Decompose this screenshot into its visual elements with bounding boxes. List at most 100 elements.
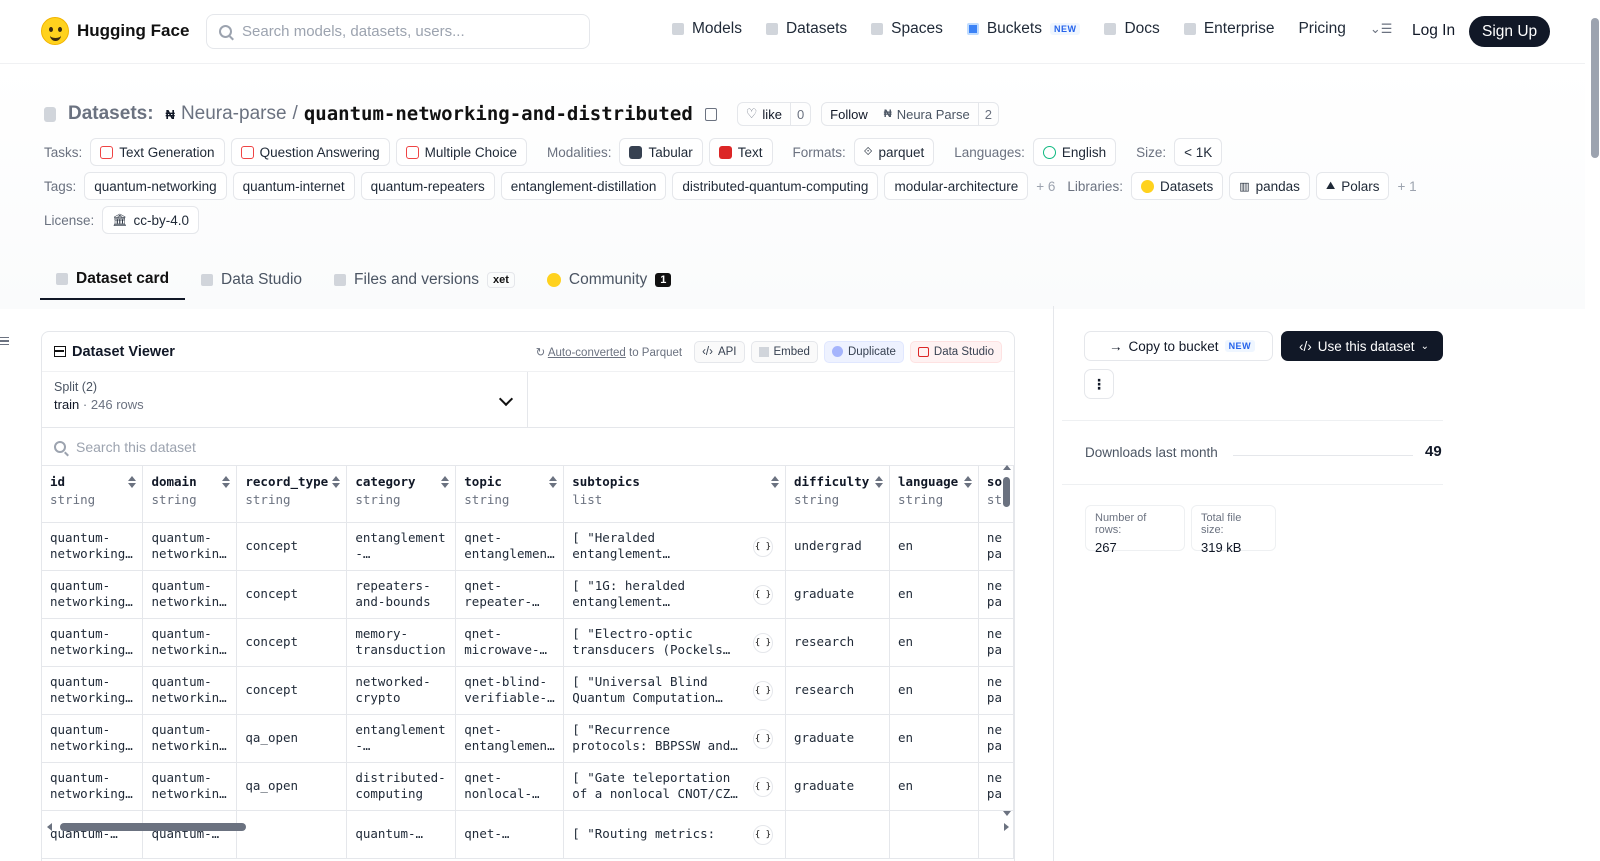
cell-text: en [897, 778, 914, 793]
column-header[interactable]: subtopics list [563, 466, 786, 523]
task-chip[interactable]: Text Generation [90, 138, 225, 166]
cell-text: networked-crypto [355, 674, 431, 705]
modality-chip[interactable]: Tabular [619, 138, 703, 166]
column-header[interactable]: id string [42, 466, 144, 523]
owner-link[interactable]: Neura-parse [181, 103, 287, 125]
cell-text: quantum-networking-… [50, 722, 133, 753]
tab-files-and-versions[interactable]: Files and versions xet [318, 260, 531, 300]
table-row[interactable]: quantum-networking-… quantum-networkin… co… [42, 618, 1014, 667]
follow-button[interactable]: Follow ₦ Neura Parse 2 [821, 102, 999, 126]
copy-to-bucket-button[interactable]: → Copy to bucket NEW [1084, 331, 1273, 361]
table-vertical-scroll-thumb[interactable] [1003, 477, 1010, 507]
sort-icon[interactable] [128, 476, 137, 488]
json-expand-icon[interactable]: { } [752, 632, 773, 653]
table-cell: en [889, 714, 979, 763]
table-row[interactable]: quantum-networking-… quantum-networkin… qa… [42, 762, 1014, 811]
nav-docs[interactable]: Docs [1104, 20, 1160, 38]
json-expand-icon[interactable]: { } [752, 680, 773, 701]
use-this-dataset-button[interactable]: ‹/› Use this dataset ⌄ [1281, 331, 1443, 361]
scroll-up-arrow-icon[interactable] [1003, 465, 1011, 470]
more-options-button[interactable]: ⋮ [1084, 369, 1114, 399]
viewer-actions: ↻ Auto-converted to Parquet ‹/› API Embed… [536, 340, 1002, 363]
language-chip[interactable]: English [1032, 138, 1117, 166]
sort-icon[interactable] [963, 476, 972, 488]
column-header[interactable]: record_type string [236, 466, 348, 523]
modality-chip[interactable]: Text [708, 138, 773, 166]
sort-icon[interactable] [874, 476, 883, 488]
nav-more-menu[interactable]: ⌄☰ [1370, 21, 1393, 37]
tag-chip[interactable]: modular-architecture [884, 172, 1029, 200]
table-cell: undergrad [785, 522, 890, 571]
brand-logo[interactable]: Hugging Face [41, 17, 189, 45]
login-link[interactable]: Log In [1412, 22, 1455, 40]
column-header[interactable]: category string [346, 466, 457, 523]
table-row[interactable]: quantum-networking-… quantum-networkin… qa… [42, 714, 1014, 763]
like-button[interactable]: ♡ like 0 [736, 102, 812, 126]
scroll-left-arrow-icon[interactable] [47, 823, 52, 831]
column-header[interactable]: domain string [142, 466, 238, 523]
embed-button[interactable]: Embed [750, 340, 818, 363]
toc-toggle-icon[interactable] [0, 337, 9, 345]
nav-enterprise[interactable]: Enterprise [1183, 20, 1274, 38]
task-chip[interactable]: Multiple Choice [395, 138, 527, 166]
tag-chip[interactable]: entanglement-distillation [500, 172, 667, 200]
nav-models[interactable]: Models [672, 20, 742, 38]
format-chip[interactable]: ⟐ parquet [853, 138, 935, 166]
auto-converted-link[interactable]: Auto-converted [548, 347, 626, 359]
table-horizontal-scroll-thumb[interactable] [60, 823, 246, 831]
page-scroll-thumb[interactable] [1591, 18, 1599, 158]
tag-chip[interactable]: distributed-quantum-computing [672, 172, 879, 200]
dataset-search-input[interactable]: Search this dataset [42, 428, 1014, 466]
tags-more-link[interactable]: + 6 [1036, 179, 1055, 194]
table-row[interactable]: quantum-networking-… quantum-networkin… co… [42, 570, 1014, 619]
sort-icon[interactable] [332, 476, 341, 488]
task-chip[interactable]: Question Answering [230, 138, 390, 166]
files-icon [334, 274, 347, 286]
libraries-more-link[interactable]: + 1 [1397, 179, 1416, 194]
library-chip[interactable]: ▥ pandas [1229, 172, 1310, 200]
column-header[interactable]: language string [889, 466, 979, 523]
nav-pricing[interactable]: Pricing [1298, 20, 1345, 38]
modality-label: Tabular [648, 144, 693, 160]
scroll-right-arrow-icon[interactable] [1004, 823, 1009, 831]
table-row[interactable]: quantum-… quantum-… quantum-… qnet-…[ "Rout… [42, 810, 1014, 859]
copy-icon[interactable] [704, 107, 717, 121]
tab-community[interactable]: Community 1 [531, 260, 688, 300]
json-expand-icon[interactable]: { } [752, 776, 773, 797]
json-expand-icon[interactable]: { } [752, 536, 773, 557]
data-studio-button[interactable]: Data Studio [909, 340, 1002, 363]
tag-chip[interactable]: quantum-networking [84, 172, 227, 200]
tab-data-studio[interactable]: Data Studio [185, 260, 318, 300]
nav-buckets[interactable]: Buckets NEW [966, 20, 1081, 38]
sort-icon[interactable] [441, 476, 450, 488]
license-chip[interactable]: 🏛 cc-by-4.0 [102, 206, 200, 234]
column-header[interactable]: difficulty string [785, 466, 890, 523]
repo-name[interactable]: quantum-networking-and-distributed [304, 103, 693, 125]
api-button[interactable]: ‹/› API [694, 340, 745, 363]
library-chip[interactable]: ⛰ Polars [1315, 172, 1390, 200]
nav-datasets[interactable]: Datasets [765, 20, 847, 38]
scroll-down-arrow-icon[interactable] [1003, 811, 1011, 816]
table-vertical-scrollbar[interactable] [1001, 463, 1011, 818]
json-expand-icon[interactable]: { } [752, 728, 773, 749]
global-search-input[interactable]: Search models, datasets, users... [206, 14, 590, 49]
library-chip[interactable]: Datasets [1130, 172, 1224, 200]
split-selector[interactable]: Split (2) train · 246 rows [42, 372, 528, 427]
sort-icon[interactable] [770, 476, 779, 488]
tag-chip[interactable]: quantum-internet [232, 172, 355, 200]
table-row[interactable]: quantum-networking-… quantum-networkin… co… [42, 522, 1014, 571]
sort-icon[interactable] [549, 476, 558, 488]
size-label: Size: [1136, 144, 1167, 160]
size-chip[interactable]: < 1K [1174, 138, 1223, 166]
column-header[interactable]: topic string [455, 466, 565, 523]
nav-spaces[interactable]: Spaces [871, 20, 943, 38]
json-expand-icon[interactable]: { } [752, 584, 773, 605]
table-cell: quantum-networking-… [42, 618, 144, 667]
signup-button[interactable]: Sign Up [1469, 16, 1551, 47]
tab-dataset-card[interactable]: Dataset card [40, 260, 186, 300]
duplicate-button[interactable]: Duplicate [823, 340, 904, 363]
library-label: pandas [1255, 178, 1300, 194]
sort-icon[interactable] [222, 476, 231, 488]
tag-chip[interactable]: quantum-repeaters [360, 172, 495, 200]
table-row[interactable]: quantum-networking-… quantum-networkin… co… [42, 666, 1014, 715]
